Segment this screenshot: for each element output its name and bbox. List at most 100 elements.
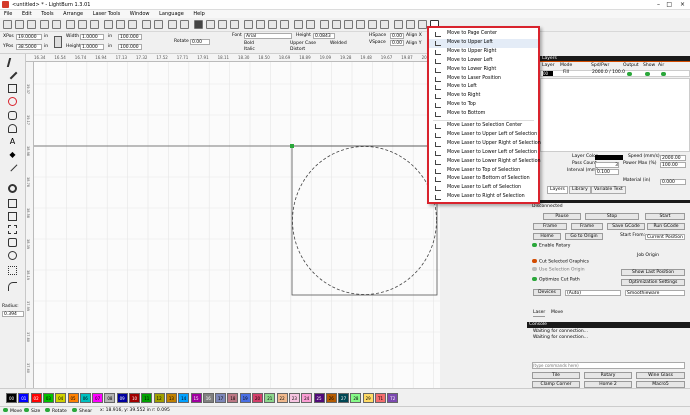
frame-button[interactable]: Frame: [533, 223, 567, 230]
menu-item-move-laser-to-lower-left-of-selection[interactable]: Move Laser to Lower Left of Selection: [429, 149, 538, 158]
palette-swatch-T2[interactable]: T2: [387, 393, 399, 403]
text-height-field[interactable]: 0.0843: [313, 33, 335, 39]
distribute-h-icon[interactable]: [394, 20, 403, 29]
start-button[interactable]: Start: [645, 213, 685, 220]
menu-window[interactable]: Window: [126, 10, 154, 17]
menu-item-move-to-left[interactable]: Move to Left: [429, 83, 538, 92]
circle-offset-icon[interactable]: [8, 184, 17, 193]
trace-image-icon[interactable]: [142, 20, 151, 29]
palette-swatch-27[interactable]: 27: [338, 393, 350, 403]
tab-laser[interactable]: Laser: [533, 310, 546, 317]
ellipse-tool-icon[interactable]: [8, 97, 17, 106]
status-shear[interactable]: Shear: [72, 408, 92, 414]
palette-swatch-29[interactable]: 29: [362, 393, 374, 403]
camera-icon[interactable]: [168, 20, 177, 29]
xpos-field[interactable]: 19.0000: [16, 34, 42, 40]
boolean-diff-icon[interactable]: [268, 20, 277, 29]
welded-checkbox[interactable]: Welded: [330, 41, 347, 47]
layer-row[interactable]: 00 Fill 2000.0 / 100.0: [540, 70, 690, 77]
array-icon[interactable]: [418, 20, 427, 29]
text-tool-icon[interactable]: A: [8, 137, 17, 146]
palette-swatch-02[interactable]: 02: [30, 393, 42, 403]
import-icon[interactable]: [40, 20, 49, 29]
ypos-field[interactable]: 38.5000: [16, 44, 42, 50]
show-last-position-button[interactable]: Show Last Position: [621, 269, 685, 276]
menu-tools[interactable]: Tools: [37, 10, 57, 17]
copy-icon[interactable]: [78, 20, 87, 29]
lock-ratio-icon[interactable]: [54, 36, 62, 48]
radius-field[interactable]: 0.394: [2, 311, 24, 317]
break-apart-icon[interactable]: [8, 251, 17, 260]
palette-swatch-12[interactable]: 12: [153, 393, 165, 403]
palette-swatch-14[interactable]: 14: [178, 393, 190, 403]
palette-swatch-16[interactable]: 16: [202, 393, 214, 403]
pause-button[interactable]: Pause: [543, 213, 581, 220]
menu-arrange[interactable]: Arrange: [59, 10, 87, 17]
minimize-icon[interactable]: –: [657, 1, 660, 8]
save-gcode-button[interactable]: Save GCode: [607, 223, 645, 230]
start-from-select[interactable]: Current Position: [645, 234, 685, 240]
menu-file[interactable]: File: [0, 10, 16, 17]
align-middle-icon[interactable]: [368, 20, 377, 29]
palette-swatch-18[interactable]: 18: [227, 393, 239, 403]
enable-rotary-toggle[interactable]: Enable Rotary: [532, 243, 570, 250]
palette-swatch-15[interactable]: 15: [190, 393, 202, 403]
tabs-icon[interactable]: [8, 238, 17, 247]
menu-item-move-to-bottom[interactable]: Move to Bottom: [429, 110, 538, 119]
height-percent-field[interactable]: 100.000: [118, 44, 142, 50]
distort-checkbox[interactable]: Distort: [290, 47, 305, 53]
boolean-intersect-icon[interactable]: [280, 20, 289, 29]
weld-icon[interactable]: [306, 20, 315, 29]
output-toggle[interactable]: [627, 72, 632, 76]
save-file-icon[interactable]: [27, 20, 36, 29]
interval-field[interactable]: 0.100: [595, 169, 619, 175]
use-selection-origin-toggle[interactable]: Use Selection Origin: [532, 267, 585, 274]
frame-circle-button[interactable]: Frame: [571, 223, 603, 230]
macro-tile-button[interactable]: Tile: [532, 372, 580, 379]
menu-item-move-laser-to-selection-center[interactable]: Move Laser to Selection Center: [429, 122, 538, 131]
palette-swatch-28[interactable]: 28: [350, 393, 362, 403]
palette-swatch-22[interactable]: 22: [276, 393, 288, 403]
palette-swatch-25[interactable]: 25: [313, 393, 325, 403]
paste-icon[interactable]: [90, 20, 99, 29]
align-top-icon[interactable]: [356, 20, 365, 29]
menu-item-move-laser-to-bottom-of-selection[interactable]: Move Laser to Bottom of Selection: [429, 175, 538, 184]
macro-clamp-corner-button[interactable]: Clamp Corner: [532, 381, 580, 388]
palette-swatch-08[interactable]: 08: [104, 393, 116, 403]
menu-item-move-laser-to-upper-left-of-selection[interactable]: Move Laser to Upper Left of Selection: [429, 131, 538, 140]
palette-swatch-24[interactable]: 24: [301, 393, 313, 403]
devices-button[interactable]: Devices: [533, 289, 561, 296]
align-bottom-icon[interactable]: [380, 20, 389, 29]
show-toggle[interactable]: [645, 72, 650, 76]
distribute-v-icon[interactable]: [406, 20, 415, 29]
export-icon[interactable]: [52, 20, 61, 29]
menu-item-move-to-upper-right[interactable]: Move to Upper Right: [429, 48, 538, 57]
rectangle-tool-icon[interactable]: [8, 84, 17, 93]
move-icon[interactable]: [180, 20, 189, 29]
menu-item-move-laser-to-lower-right-of-selection[interactable]: Move Laser to Lower Right of Selection: [429, 158, 541, 167]
macro5-button[interactable]: Macro5: [636, 381, 685, 388]
close-icon[interactable]: ×: [680, 1, 685, 8]
optimize-toggle[interactable]: Optimize Cut Path: [532, 277, 580, 284]
tab-variable-text[interactable]: Variable Text: [591, 186, 626, 194]
palette-swatch-23[interactable]: 23: [288, 393, 300, 403]
stop-button[interactable]: Stop: [585, 213, 639, 220]
status-rotate[interactable]: Rotate: [45, 408, 67, 414]
home-button[interactable]: Home: [533, 233, 561, 240]
palette-swatch-11[interactable]: 11: [141, 393, 153, 403]
palette-swatch-17[interactable]: 17: [215, 393, 227, 403]
palette-swatch-21[interactable]: 21: [264, 393, 276, 403]
tab-library[interactable]: Library: [569, 186, 591, 194]
palette-swatch-06[interactable]: 06: [79, 393, 91, 403]
menu-item-move-laser-to-upper-right-of-selection[interactable]: Move Laser to Upper Right of Selection: [429, 140, 541, 149]
polygon-tool-icon[interactable]: [8, 111, 17, 120]
design-canvas[interactable]: [34, 62, 440, 388]
copies-icon[interactable]: [8, 199, 17, 208]
optimization-settings-button[interactable]: Optimization Settings: [621, 279, 685, 286]
layer-color-swatch[interactable]: [595, 155, 623, 160]
italic-checkbox[interactable]: Italic: [244, 47, 255, 53]
device-select[interactable]: Smoothieware: [625, 290, 685, 296]
hspace-field[interactable]: 0.00: [390, 33, 404, 39]
boundary-icon[interactable]: [8, 266, 17, 275]
palette-swatch-13[interactable]: 13: [165, 393, 177, 403]
